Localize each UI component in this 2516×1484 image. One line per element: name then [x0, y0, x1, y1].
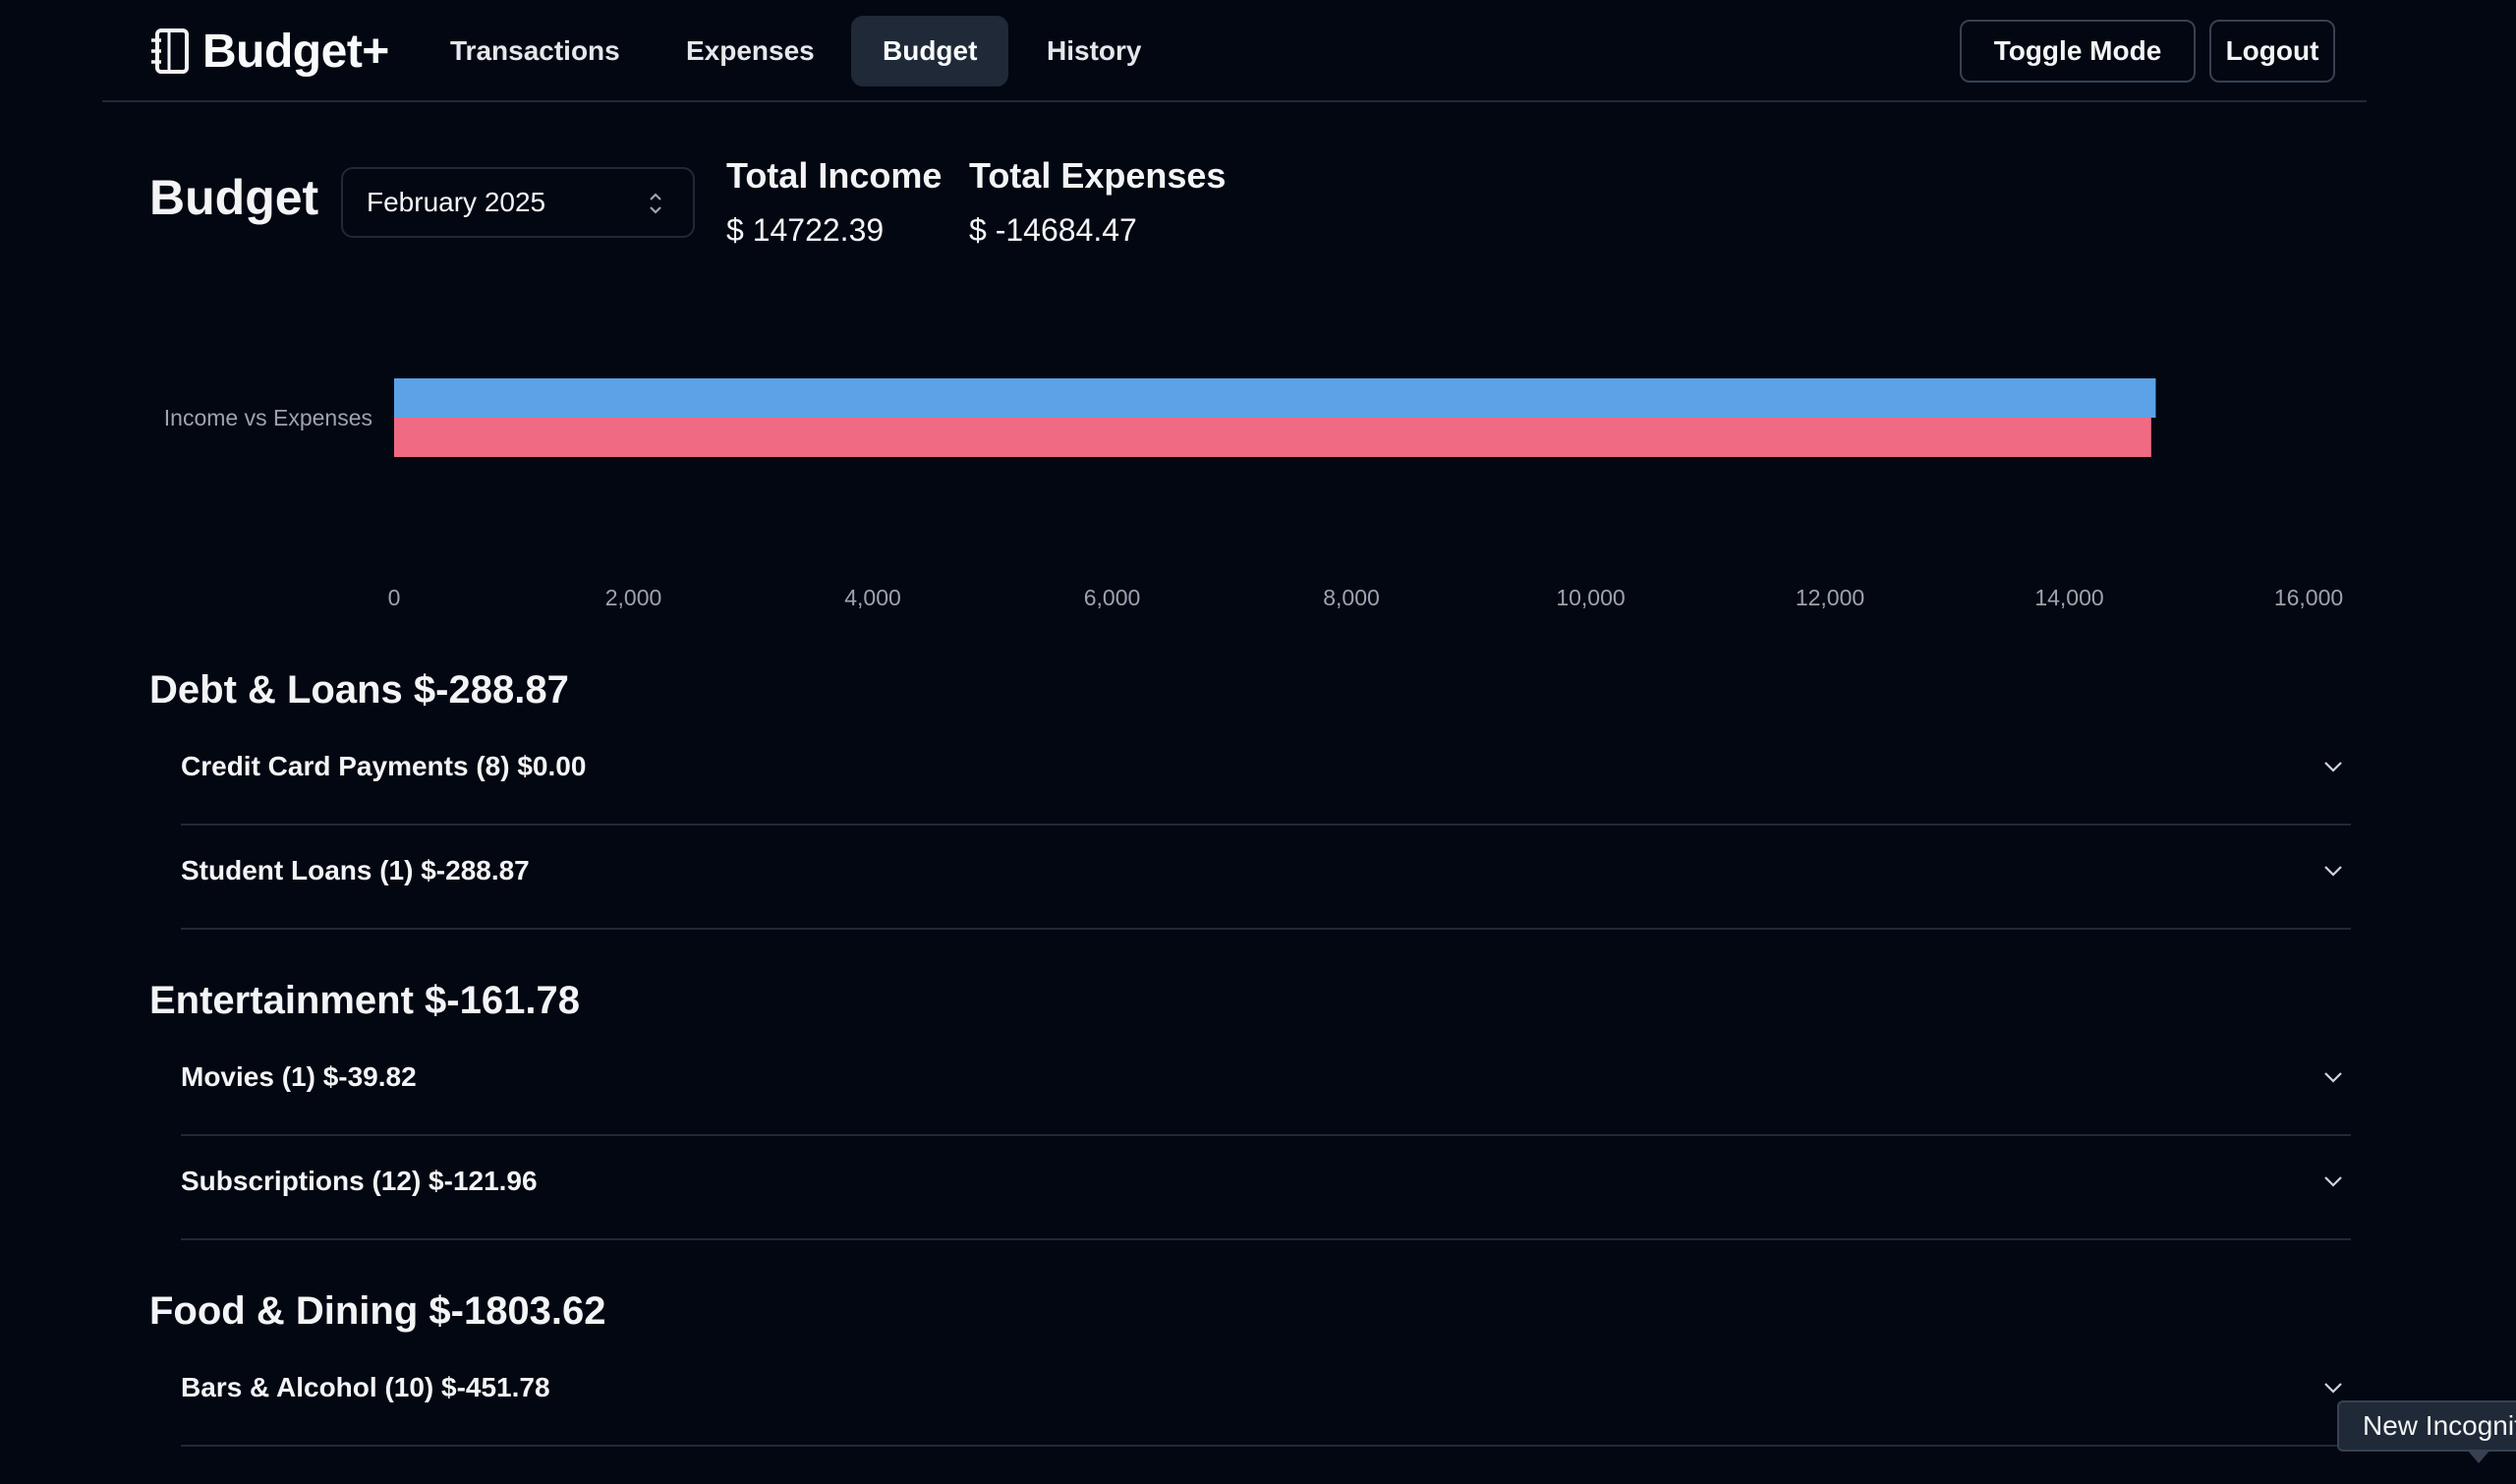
top-navbar: Budget+ Transactions Expenses Budget His…: [102, 0, 2367, 102]
accordion-label: Subscriptions (12) $-121.96: [181, 1166, 538, 1196]
x-tick-label: 16,000: [2274, 585, 2343, 610]
nav-history[interactable]: History: [1015, 16, 1172, 86]
tooltip: New Incognito: [2337, 1400, 2516, 1452]
x-tick-label: 14,000: [2034, 585, 2103, 610]
total-expenses-label: Total Expenses: [969, 155, 1227, 196]
chevron-down-icon: [2324, 1072, 2342, 1083]
chevron-down-icon: [2324, 866, 2342, 877]
accordion-item[interactable]: Movies (1) $-39.82: [181, 1032, 2351, 1136]
category-title: Entertainment $-161.78: [149, 979, 580, 1022]
toggle-mode-button[interactable]: Toggle Mode: [1960, 20, 2196, 83]
accordion-label: Student Loans (1) $-288.87: [181, 855, 530, 885]
tooltip-arrow: [2467, 1450, 2490, 1463]
month-select[interactable]: February 2025: [341, 167, 695, 238]
accordion-label: Credit Card Payments (8) $0.00: [181, 751, 587, 781]
chevron-up-down-icon: [650, 193, 661, 214]
x-tick-label: 0: [388, 585, 401, 610]
notebook-icon: [151, 29, 189, 74]
category-title: Debt & Loans $-288.87: [149, 668, 569, 712]
total-income-value: $ 14722.39: [726, 212, 885, 248]
x-tick-label: 6,000: [1084, 585, 1141, 610]
nav-transactions[interactable]: Transactions: [419, 16, 652, 86]
income-vs-expenses-chart: Income vs Expenses 0 2,000 4,000 6,000 8,000 1…: [164, 378, 2343, 610]
x-tick-label: 4,000: [844, 585, 901, 610]
x-tick-label: 12,000: [1796, 585, 1864, 610]
accordion-item[interactable]: Student Loans (1) $-288.87: [181, 826, 2351, 930]
accordion-item[interactable]: Subscriptions (12) $-121.96: [181, 1136, 2351, 1240]
x-tick-label: 10,000: [1556, 585, 1625, 610]
accordion-item[interactable]: Credit Card Payments (8) $0.00: [181, 721, 2351, 826]
accordion-item[interactable]: Bars & Alcohol (10) $-451.78: [181, 1342, 2351, 1447]
chevron-down-icon: [2324, 1176, 2342, 1187]
x-tick-label: 8,000: [1323, 585, 1380, 610]
chevron-down-icon: [2324, 762, 2342, 772]
accordion-label: Movies (1) $-39.82: [181, 1061, 417, 1092]
month-select-value: February 2025: [367, 187, 546, 217]
brand-name: Budget+: [202, 25, 389, 78]
accordion-label: Bars & Alcohol (10) $-451.78: [181, 1372, 550, 1402]
total-income-label: Total Income: [726, 155, 943, 196]
nav-expenses[interactable]: Expenses: [655, 16, 846, 86]
total-expenses-value: $ -14684.47: [969, 212, 1137, 248]
bar-income[interactable]: [394, 378, 2156, 418]
category-title: Food & Dining $-1803.62: [149, 1289, 606, 1333]
logout-button[interactable]: Logout: [2209, 20, 2335, 83]
category-label: Income vs Expenses: [164, 405, 372, 430]
chevron-down-icon: [2324, 1383, 2342, 1394]
page-title: Budget: [149, 170, 319, 225]
x-tick-label: 2,000: [605, 585, 662, 610]
brand-logo[interactable]: Budget+: [149, 24, 389, 79]
bar-expenses[interactable]: [394, 418, 2151, 457]
nav-budget[interactable]: Budget: [851, 16, 1009, 86]
